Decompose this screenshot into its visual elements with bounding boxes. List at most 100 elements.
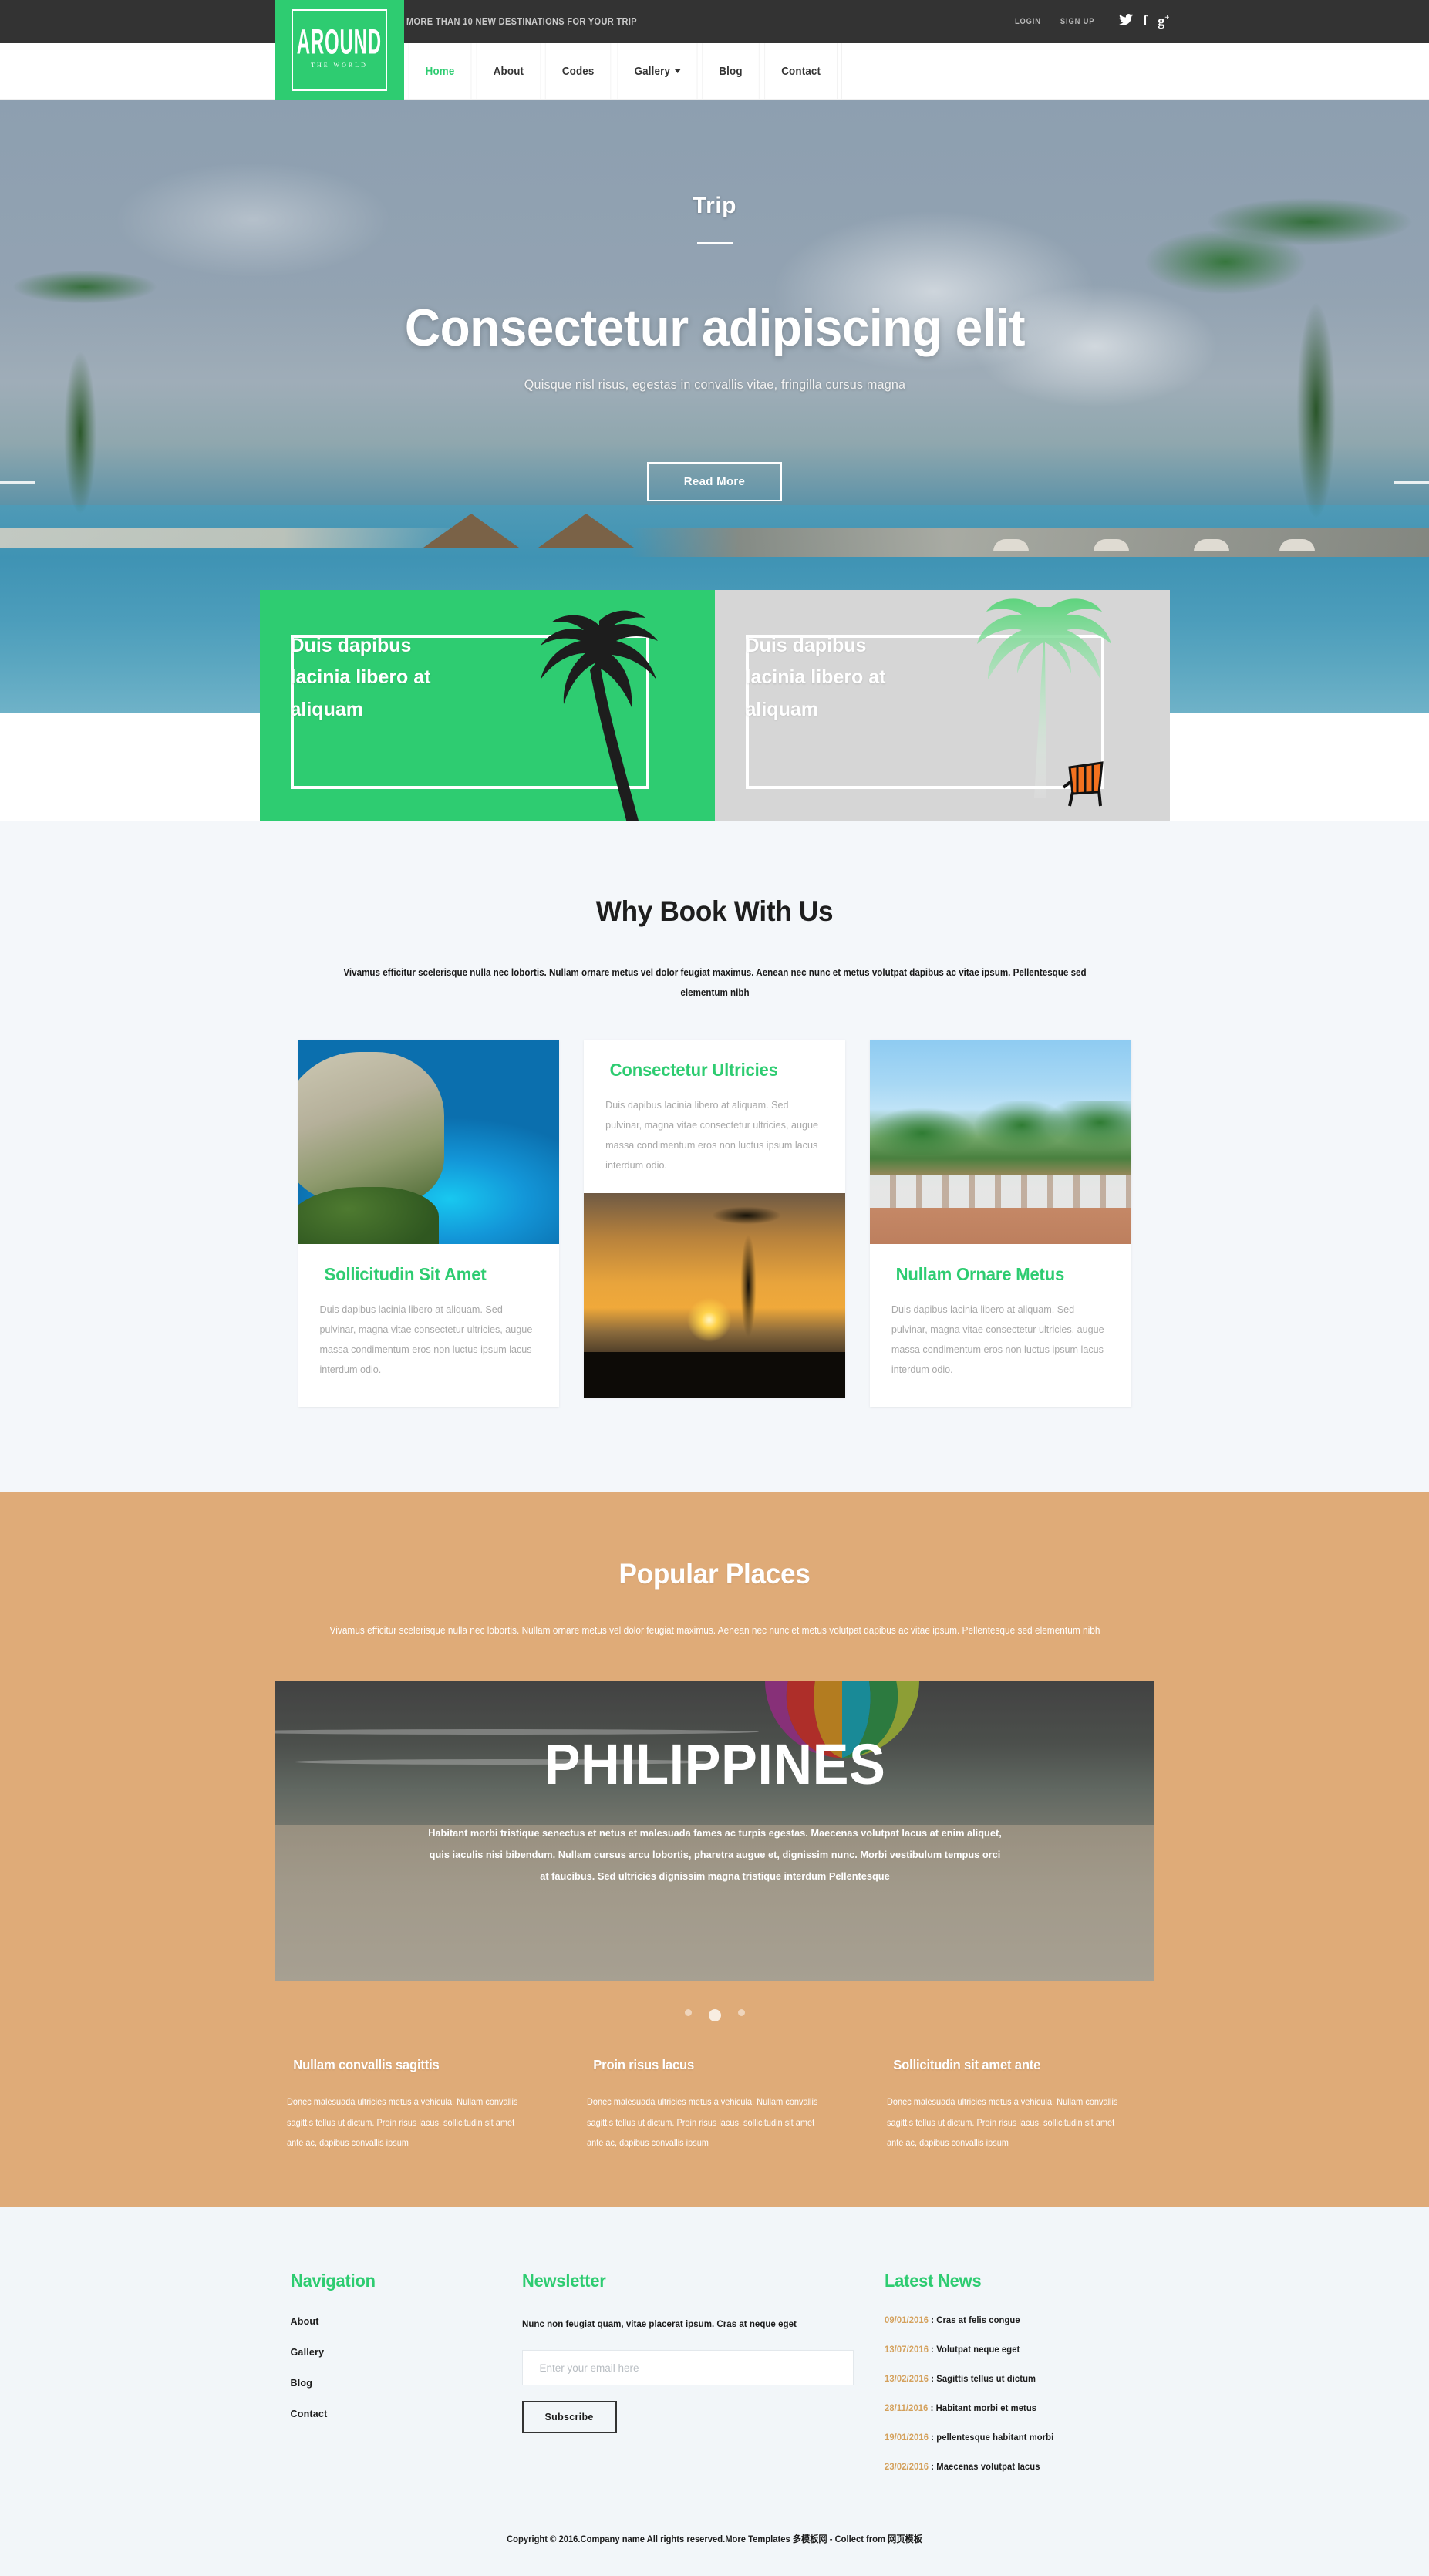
googleplus-icon[interactable]: g+ xyxy=(1158,14,1169,29)
feature-card[interactable]: Nullam Ornare Metus Duis dapibus lacinia… xyxy=(869,1040,1131,1407)
newsletter-email-input[interactable] xyxy=(521,2350,854,2386)
footer-link-about[interactable]: About xyxy=(291,2316,319,2327)
why-section-subtitle: Vivamus efficitur scelerisque nulla nec … xyxy=(342,967,1087,998)
list-item[interactable]: 13/07/2016 : Volutpat neque eget xyxy=(885,2344,1127,2355)
feature-card[interactable]: Consectetur Ultricies Duis dapibus lacin… xyxy=(584,1040,845,1398)
news-title: : Habitant morbi et metus xyxy=(927,2402,1036,2413)
list-item[interactable]: 13/02/2016 : Sagittis tellus ut dictum xyxy=(885,2373,1127,2384)
place-column: Sollicitudin sit amet ante Donec malesua… xyxy=(887,2057,1142,2153)
nav-item-codes[interactable]: Codes xyxy=(545,43,612,99)
nav-item-label: Home xyxy=(425,65,454,78)
list-item[interactable]: 09/01/2016 : Cras at felis congue xyxy=(885,2315,1127,2325)
news-date: 23/02/2016 xyxy=(884,2460,929,2472)
beach-chair-icon xyxy=(1062,761,1104,807)
nav-item-about[interactable]: About xyxy=(476,43,541,99)
slider-dot[interactable] xyxy=(737,2009,745,2017)
hero-subtitle: Quisque nisl risus, egestas in convallis… xyxy=(524,377,905,392)
promo-box-green[interactable]: Duis dapibus lacinia libero at aliquam xyxy=(259,590,715,821)
card-image-resort-palms-loungers xyxy=(869,1040,1131,1245)
facebook-icon[interactable]: f xyxy=(1143,14,1148,29)
nav-item-gallery[interactable]: Gallery xyxy=(617,43,697,99)
places-slider-dots xyxy=(0,2009,1429,2022)
nav-item-home[interactable]: Home xyxy=(408,43,472,99)
list-item: About xyxy=(291,2315,522,2328)
place-column-text: Donec malesuada ultricies metus a vehicu… xyxy=(586,2096,818,2149)
destination-banner[interactable]: PHILIPPINES Habitant morbi tristique sen… xyxy=(275,1681,1154,1982)
news-title: : Cras at felis congue xyxy=(928,2314,1020,2325)
card-title: Sollicitudin Sit Amet xyxy=(324,1264,486,1285)
nav-item-label: Codes xyxy=(562,65,595,78)
chevron-down-icon xyxy=(674,69,680,73)
place-column: Proin risus lacus Donec malesuada ultric… xyxy=(587,2057,842,2153)
places-columns: Nullam convallis sagittis Donec malesuad… xyxy=(287,2057,1143,2153)
hero-read-more-button[interactable]: Read More xyxy=(646,462,783,501)
site-logo[interactable]: AROUND THE WORLD xyxy=(275,0,404,100)
banner-title: PHILIPPINES xyxy=(544,1732,885,1797)
logo-subtitle: THE WORLD xyxy=(311,62,368,69)
place-column-text: Donec malesuada ultricies metus a vehicu… xyxy=(286,2096,517,2149)
news-date: 09/01/2016 xyxy=(884,2314,929,2325)
card-image-palm-sunset-beach xyxy=(584,1192,845,1398)
card-text: Duis dapibus lacinia libero at aliquam. … xyxy=(319,1304,533,1375)
copyright-text: Copyright © 2016.Company name All rights… xyxy=(507,2533,922,2544)
beach-umbrella xyxy=(993,539,1030,552)
footer-link-blog[interactable]: Blog xyxy=(291,2378,313,2389)
news-date: 13/07/2016 xyxy=(884,2343,929,2355)
palm-tree-icon xyxy=(540,610,658,821)
footer-newsletter-column: Newsletter Nunc non feugiat quam, vitae … xyxy=(521,2271,885,2490)
hero-title: Consectetur adipiscing elit xyxy=(404,298,1025,357)
main-navigation: Home About Codes Gallery Blog Contact xyxy=(0,43,1429,100)
banner-text: Habitant morbi tristique senectus et net… xyxy=(427,1827,1002,1882)
slider-next-arrow[interactable] xyxy=(1394,481,1429,484)
popular-places-section: Popular Places Vivamus efficitur sceleri… xyxy=(0,1491,1429,2207)
list-item: Gallery xyxy=(291,2345,522,2359)
nav-item-contact[interactable]: Contact xyxy=(764,43,838,99)
beach-umbrella xyxy=(1193,539,1229,552)
footer-latest-news-heading: Latest News xyxy=(884,2270,982,2291)
list-item[interactable]: 23/02/2016 : Maecenas volutpat lacus xyxy=(885,2461,1127,2472)
place-column-title: Nullam convallis sagittis xyxy=(292,2057,440,2073)
palm-tree-right xyxy=(1128,190,1429,591)
feature-cards: Sollicitudin Sit Amet Duis dapibus lacin… xyxy=(298,1040,1131,1407)
slider-dot[interactable] xyxy=(684,2009,692,2017)
page-root: MORE THAN 10 NEW DESTINATIONS FOR YOUR T… xyxy=(0,0,1429,2576)
promo-box-gray[interactable]: Duis dapibus lacinia libero at aliquam xyxy=(714,590,1170,821)
social-links: f g+ xyxy=(1118,14,1170,29)
hero-kicker: Trip xyxy=(692,193,736,218)
places-section-title: Popular Places xyxy=(618,1557,811,1590)
list-item: Blog xyxy=(291,2376,522,2390)
place-column-title: Sollicitudin sit amet ante xyxy=(893,2057,1041,2073)
why-book-section: Why Book With Us Vivamus efficitur scele… xyxy=(0,821,1429,1492)
login-link[interactable]: LOGIN xyxy=(1015,17,1041,26)
nav-item-label: Gallery xyxy=(634,65,670,78)
promo-text: Duis dapibus lacinia libero at aliquam xyxy=(290,635,431,720)
list-item[interactable]: 19/01/2016 : pellentesque habitant morbi xyxy=(885,2432,1127,2443)
promo-text: Duis dapibus lacinia libero at aliquam xyxy=(745,635,886,720)
slider-prev-arrow[interactable] xyxy=(0,481,35,484)
list-item: Contact xyxy=(291,2407,522,2421)
logo-title: AROUND xyxy=(296,23,383,62)
hero-divider xyxy=(696,242,733,244)
card-title: Consectetur Ultricies xyxy=(609,1060,778,1081)
card-text: Duis dapibus lacinia libero at aliquam. … xyxy=(605,1100,818,1171)
places-section-subtitle: Vivamus efficitur scelerisque nulla nec … xyxy=(329,1624,1100,1636)
beach-umbrella xyxy=(1093,539,1129,552)
place-column: Nullam convallis sagittis Donec malesuad… xyxy=(287,2057,542,2153)
footer-link-contact[interactable]: Contact xyxy=(291,2409,328,2419)
slider-dot[interactable] xyxy=(708,2009,721,2022)
list-item[interactable]: 28/11/2016 : Habitant morbi et metus xyxy=(885,2402,1127,2413)
signup-link[interactable]: SIGN UP xyxy=(1060,17,1094,26)
news-title: : Volutpat neque eget xyxy=(928,2343,1020,2355)
nav-item-blog[interactable]: Blog xyxy=(702,43,760,99)
why-section-title: Why Book With Us xyxy=(595,895,834,927)
news-date: 28/11/2016 xyxy=(884,2402,928,2413)
feature-card[interactable]: Sollicitudin Sit Amet Duis dapibus lacin… xyxy=(298,1040,560,1407)
card-text: Duis dapibus lacinia libero at aliquam. … xyxy=(891,1304,1104,1375)
nav-item-label: Contact xyxy=(781,65,821,78)
footer-link-gallery[interactable]: Gallery xyxy=(291,2347,325,2358)
twitter-icon[interactable] xyxy=(1118,14,1133,29)
card-image-cliff-cove-beach xyxy=(298,1040,560,1245)
place-column-title: Proin risus lacus xyxy=(593,2057,694,2073)
newsletter-subscribe-button[interactable]: Subscribe xyxy=(521,2401,617,2434)
footer-latest-news-column: Latest News 09/01/2016 : Cras at felis c… xyxy=(885,2271,1139,2490)
